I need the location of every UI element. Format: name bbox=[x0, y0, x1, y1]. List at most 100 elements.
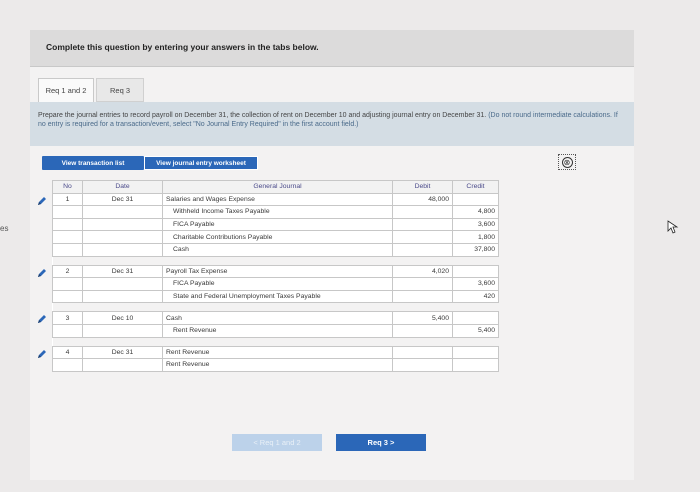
entry-date[interactable]: Dec 10 bbox=[82, 311, 163, 325]
credit-field[interactable] bbox=[452, 345, 499, 360]
entry-date[interactable]: Dec 31 bbox=[82, 264, 163, 279]
credit-field[interactable]: 420 bbox=[452, 289, 499, 304]
debit-field[interactable] bbox=[392, 217, 453, 232]
question-header: Complete this question by entering your … bbox=[30, 30, 634, 67]
instructions-box: Prepare the journal entries to record pa… bbox=[30, 102, 634, 146]
entry-date[interactable] bbox=[82, 205, 163, 219]
account-field[interactable]: Payroll Tax Expense bbox=[162, 264, 393, 279]
debit-field[interactable]: 5,400 bbox=[392, 311, 453, 325]
table-row: 2 Dec 31 Payroll Tax Expense 4,020 bbox=[52, 264, 499, 279]
entry-date[interactable] bbox=[82, 277, 163, 291]
entry-date[interactable] bbox=[82, 242, 163, 257]
debit-field[interactable] bbox=[392, 323, 453, 338]
prev-req-button[interactable]: < Req 1 and 2 bbox=[232, 434, 322, 451]
credit-field[interactable] bbox=[452, 192, 499, 207]
view-journal-worksheet-button[interactable]: View journal entry worksheet bbox=[144, 156, 258, 170]
edit-pencil-icon[interactable] bbox=[36, 312, 48, 324]
credit-field[interactable]: 1,800 bbox=[452, 230, 499, 244]
view-transaction-list-button[interactable]: View transaction list bbox=[42, 156, 144, 170]
debit-field[interactable] bbox=[392, 230, 453, 244]
table-row: 4 Dec 31 Rent Revenue bbox=[52, 345, 499, 360]
entry-date[interactable] bbox=[82, 217, 163, 232]
header-general-journal: General Journal bbox=[162, 180, 393, 194]
debit-field[interactable]: 48,000 bbox=[392, 192, 453, 207]
debit-field[interactable] bbox=[392, 345, 453, 360]
edge-text: es bbox=[0, 224, 9, 233]
entry-number: 4 bbox=[52, 345, 83, 360]
account-field[interactable]: Rent Revenue bbox=[162, 345, 393, 360]
close-button[interactable]: ⊗ bbox=[558, 154, 576, 170]
entry-number bbox=[52, 277, 83, 291]
table-row: 1 Dec 31 Salaries and Wages Expense 48,000 bbox=[52, 192, 499, 207]
debit-field[interactable] bbox=[392, 242, 453, 257]
entry-date[interactable] bbox=[82, 358, 163, 372]
entry-date[interactable] bbox=[82, 323, 163, 338]
entry-date[interactable] bbox=[82, 230, 163, 244]
account-field[interactable]: State and Federal Unemployment Taxes Pay… bbox=[162, 289, 393, 304]
debit-field[interactable] bbox=[392, 205, 453, 219]
journal-table: No Date General Journal Debit Credit 1 De… bbox=[52, 180, 499, 372]
table-row: Charitable Contributions Payable 1,800 bbox=[52, 230, 499, 244]
entry-spacer bbox=[52, 255, 499, 266]
account-field[interactable]: Salaries and Wages Expense bbox=[162, 192, 393, 207]
account-field[interactable]: Charitable Contributions Payable bbox=[162, 230, 393, 244]
table-row: FICA Payable 3,600 bbox=[52, 277, 499, 291]
account-field[interactable]: Cash bbox=[162, 311, 393, 325]
entry-number bbox=[52, 205, 83, 219]
question-header-text: Complete this question by entering your … bbox=[46, 42, 319, 52]
header-debit: Debit bbox=[392, 180, 453, 194]
table-row: 3 Dec 10 Cash 5,400 bbox=[52, 311, 499, 325]
credit-field[interactable]: 4,800 bbox=[452, 205, 499, 219]
credit-field[interactable]: 5,400 bbox=[452, 323, 499, 338]
question-panel: Complete this question by entering your … bbox=[30, 30, 634, 480]
account-field[interactable]: Rent Revenue bbox=[162, 358, 393, 372]
credit-field[interactable] bbox=[452, 264, 499, 279]
table-row: FICA Payable 3,600 bbox=[52, 217, 499, 232]
journal-header-row: No Date General Journal Debit Credit bbox=[52, 180, 499, 194]
table-row: Withheld Income Taxes Payable 4,800 bbox=[52, 205, 499, 219]
account-field[interactable]: FICA Payable bbox=[162, 217, 393, 232]
credit-field[interactable]: 3,600 bbox=[452, 217, 499, 232]
debit-field[interactable] bbox=[392, 358, 453, 372]
entry-date[interactable]: Dec 31 bbox=[82, 192, 163, 207]
debit-field[interactable] bbox=[392, 289, 453, 304]
table-row: Cash 37,800 bbox=[52, 242, 499, 257]
tab-req-1-and-2[interactable]: Req 1 and 2 bbox=[38, 78, 94, 102]
account-field[interactable]: Rent Revenue bbox=[162, 323, 393, 338]
account-field[interactable]: FICA Payable bbox=[162, 277, 393, 291]
credit-field[interactable] bbox=[452, 311, 499, 325]
debit-field[interactable] bbox=[392, 277, 453, 291]
tab-req-3[interactable]: Req 3 bbox=[96, 78, 144, 102]
table-row: Rent Revenue bbox=[52, 358, 499, 372]
entry-date[interactable] bbox=[82, 289, 163, 304]
table-row: State and Federal Unemployment Taxes Pay… bbox=[52, 289, 499, 304]
edit-pencil-icon[interactable] bbox=[36, 266, 48, 278]
entry-spacer bbox=[52, 302, 499, 313]
credit-field[interactable]: 37,800 bbox=[452, 242, 499, 257]
account-field[interactable]: Withheld Income Taxes Payable bbox=[162, 205, 393, 219]
entry-number: 1 bbox=[52, 192, 83, 207]
next-req-button[interactable]: Req 3 > bbox=[336, 434, 426, 451]
entry-number bbox=[52, 289, 83, 304]
entry-number: 3 bbox=[52, 311, 83, 325]
header-credit: Credit bbox=[452, 180, 499, 194]
entry-number bbox=[52, 323, 83, 338]
entry-number bbox=[52, 242, 83, 257]
edit-pencil-icon[interactable] bbox=[36, 347, 48, 359]
instructions-main: Prepare the journal entries to record pa… bbox=[38, 112, 487, 119]
close-icon: ⊗ bbox=[561, 156, 573, 168]
credit-field[interactable]: 3,600 bbox=[452, 277, 499, 291]
edit-pencil-icon[interactable] bbox=[36, 194, 48, 206]
table-row: Rent Revenue 5,400 bbox=[52, 323, 499, 338]
entry-number: 2 bbox=[52, 264, 83, 279]
credit-field[interactable] bbox=[452, 358, 499, 372]
entry-number bbox=[52, 230, 83, 244]
entry-number bbox=[52, 217, 83, 232]
debit-field[interactable]: 4,020 bbox=[392, 264, 453, 279]
account-field[interactable]: Cash bbox=[162, 242, 393, 257]
entry-date[interactable]: Dec 31 bbox=[82, 345, 163, 360]
entry-number bbox=[52, 358, 83, 372]
mouse-cursor-icon bbox=[667, 220, 679, 234]
entry-spacer bbox=[52, 336, 499, 347]
header-no: No bbox=[52, 180, 83, 194]
